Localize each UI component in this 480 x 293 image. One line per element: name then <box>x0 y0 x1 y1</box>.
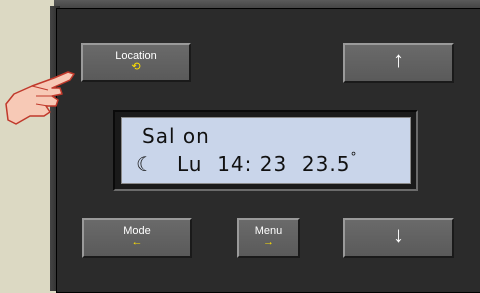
up-button[interactable]: ↑ <box>343 43 454 83</box>
arrow-down-icon: ↓ <box>393 222 404 247</box>
lcd-time: 14: 23 <box>217 152 288 176</box>
lcd-display: Sal on ☾ Lu 14: 23 23.5° <box>121 117 411 184</box>
location-button[interactable]: Location ⟲ <box>81 43 191 82</box>
lcd-status-line: ☾ Lu 14: 23 23.5° <box>136 150 358 176</box>
down-button[interactable]: ↓ <box>343 218 454 258</box>
menu-button[interactable]: Menu → <box>237 218 300 258</box>
degree-icon: ° <box>350 150 358 164</box>
arrow-left-icon: ← <box>131 236 143 248</box>
pointing-hand-icon <box>5 71 75 125</box>
arrow-right-icon: → <box>263 236 274 248</box>
lcd-day: Lu <box>177 152 203 176</box>
mode-button[interactable]: Mode ← <box>82 218 192 258</box>
lcd-temperature: 23.5 <box>301 152 351 176</box>
moon-icon: ☾ <box>136 152 155 176</box>
arrow-up-icon: ↑ <box>393 47 404 72</box>
refresh-icon: ⟲ <box>131 61 141 73</box>
lcd-location-text: Sal on <box>142 124 210 148</box>
